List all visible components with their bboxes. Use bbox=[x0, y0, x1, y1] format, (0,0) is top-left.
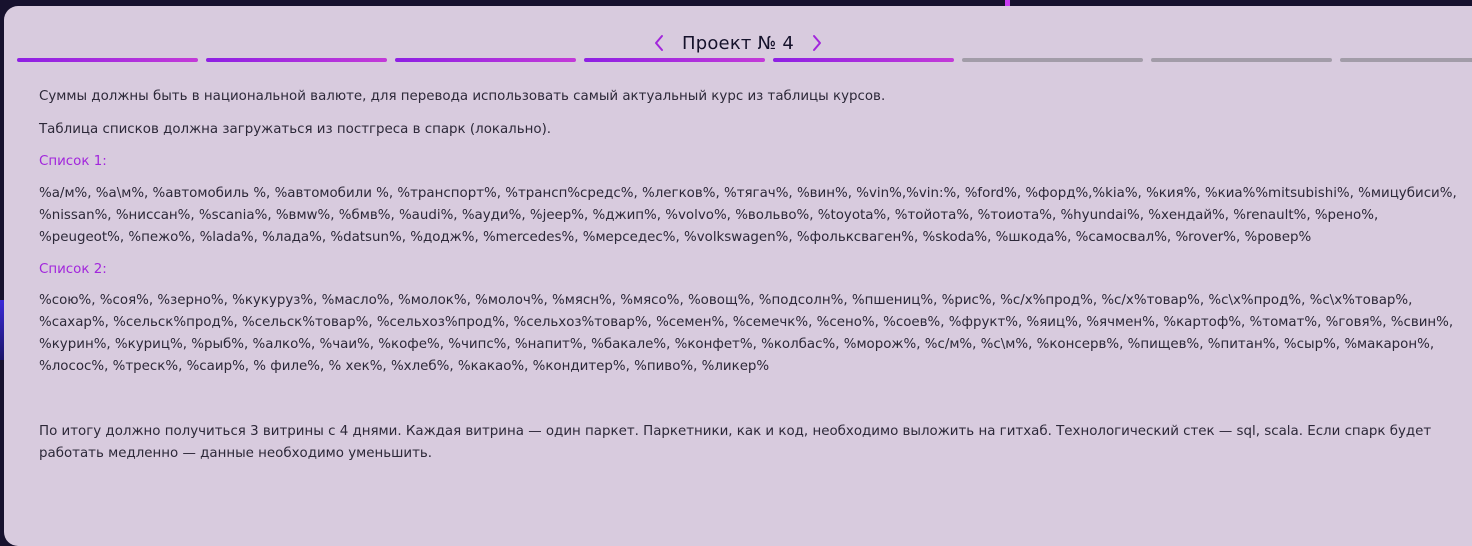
currency-requirement-text: Суммы должны быть в национальной валюте,… bbox=[39, 89, 886, 104]
chevron-right-icon bbox=[813, 35, 822, 51]
progress-segment bbox=[395, 58, 576, 62]
chevron-left-icon bbox=[654, 35, 663, 51]
table-loading-text: Таблица списков должна загружаться из по… bbox=[39, 122, 552, 137]
final-requirements-text: По итогу должно получиться 3 витрины с 4… bbox=[39, 424, 1432, 461]
page-title: Проект № 4 bbox=[681, 32, 795, 54]
list-1-text: %а/м%, %а\м%, %автомобиль %, %автомобили… bbox=[39, 186, 1457, 245]
list-1-heading: Список 1: bbox=[39, 154, 107, 169]
project-card: Проект № 4 Суммы должны быть в националь… bbox=[4, 6, 1472, 546]
progress-segment bbox=[1340, 58, 1472, 62]
progress-segment bbox=[773, 58, 954, 62]
progress-segment bbox=[206, 58, 387, 62]
previous-project-button[interactable] bbox=[646, 30, 672, 56]
list-2-text: %сою%, %соя%, %зерно%, %кукуруз%, %масло… bbox=[39, 293, 1454, 374]
project-header: Проект № 4 bbox=[4, 28, 1472, 58]
project-progress-bar bbox=[17, 58, 1472, 62]
progress-segment bbox=[584, 58, 765, 62]
progress-segment bbox=[17, 58, 198, 62]
list-2-heading: Список 2: bbox=[39, 262, 107, 277]
progress-segment bbox=[962, 58, 1143, 62]
progress-segment bbox=[1151, 58, 1332, 62]
next-project-button[interactable] bbox=[804, 30, 830, 56]
